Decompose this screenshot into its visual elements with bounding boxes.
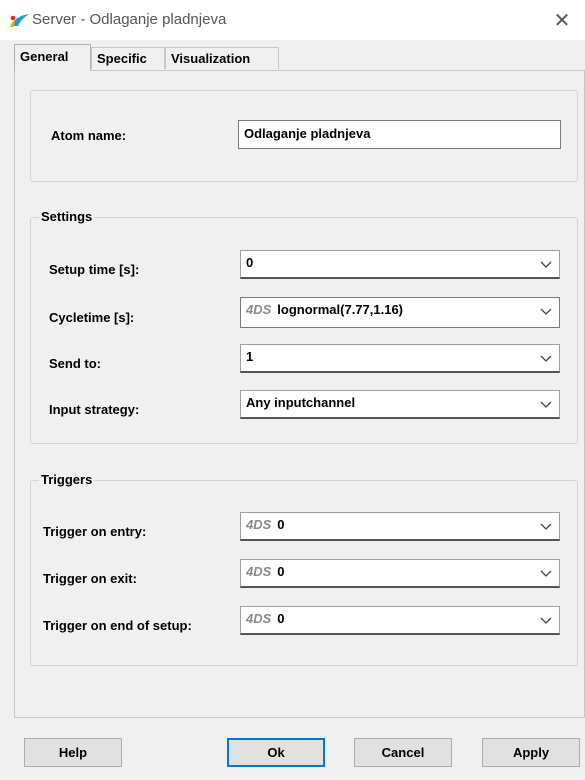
trigger-on-end-of-setup-value: 0 [277, 611, 285, 626]
atom-name-input[interactable]: Odlaganje pladnjeva [238, 120, 561, 149]
title-bar: Server - Odlaganje pladnjeva ✕ [0, 0, 585, 40]
trigger-on-entry-label: Trigger on entry: [43, 524, 147, 539]
tab-specific[interactable]: Specific [91, 47, 165, 69]
help-button[interactable]: Help [24, 738, 122, 767]
input-strategy-combo[interactable]: Any inputchannel [240, 390, 560, 419]
window-title: Server - Odlaganje pladnjeva [32, 11, 227, 28]
atom-name-label: Atom name: [51, 128, 127, 143]
chevron-down-icon [540, 570, 552, 577]
input-strategy-label: Input strategy: [49, 402, 140, 417]
trigger-on-exit-combo[interactable]: 4DS 0 [240, 559, 560, 588]
chevron-down-icon [540, 617, 552, 624]
cancel-button[interactable]: Cancel [354, 738, 452, 767]
trigger-on-exit-value: 0 [277, 564, 285, 579]
apply-button[interactable]: Apply [482, 738, 580, 767]
chevron-down-icon [540, 308, 552, 315]
trigger-on-end-of-setup-label: Trigger on end of setup: [43, 618, 192, 633]
tab-general[interactable]: General [14, 44, 91, 71]
4ds-tag: 4DS [246, 302, 272, 317]
chevron-down-icon [540, 261, 552, 268]
send-to-combo[interactable]: 1 [240, 344, 560, 373]
settings-group: Settings Setup time [s]: 0 Cycletime [s]… [30, 209, 578, 444]
atom-name-group: Atom name: Odlaganje pladnjeva [30, 90, 578, 182]
4ds-tag: 4DS [246, 517, 272, 532]
cycletime-label: Cycletime [s]: [49, 310, 135, 325]
trigger-on-entry-combo[interactable]: 4DS 0 [240, 512, 560, 541]
4ds-tag: 4DS [246, 611, 272, 626]
tab-panel-general: Atom name: Odlaganje pladnjeva Settings … [14, 70, 585, 718]
triggers-group-title: Triggers [39, 472, 95, 487]
settings-group-title: Settings [39, 209, 95, 224]
send-to-value: 1 [246, 349, 254, 364]
trigger-on-entry-value: 0 [277, 517, 285, 532]
chevron-down-icon [540, 523, 552, 530]
4ds-tag: 4DS [246, 564, 272, 579]
setup-time-value: 0 [246, 255, 254, 270]
trigger-on-exit-label: Trigger on exit: [43, 571, 137, 586]
chevron-down-icon [540, 355, 552, 362]
trigger-on-end-of-setup-combo[interactable]: 4DS 0 [240, 606, 560, 635]
setup-time-combo[interactable]: 0 [240, 250, 560, 279]
app-logo-icon [10, 14, 29, 27]
tab-visualization[interactable]: Visualization [165, 47, 279, 69]
triggers-group: Triggers Trigger on entry: 4DS 0 Trigger … [30, 472, 578, 666]
send-to-label: Send to: [49, 356, 101, 371]
close-icon: ✕ [553, 9, 571, 32]
cycletime-value: lognormal(7.77,1.16) [277, 302, 404, 317]
close-button[interactable]: ✕ [539, 0, 585, 40]
chevron-down-icon [540, 401, 552, 408]
cycletime-combo[interactable]: 4DS lognormal(7.77,1.16) [240, 297, 560, 328]
input-strategy-value: Any inputchannel [246, 395, 356, 410]
setup-time-label: Setup time [s]: [49, 262, 140, 277]
ok-button[interactable]: Ok [227, 738, 325, 767]
